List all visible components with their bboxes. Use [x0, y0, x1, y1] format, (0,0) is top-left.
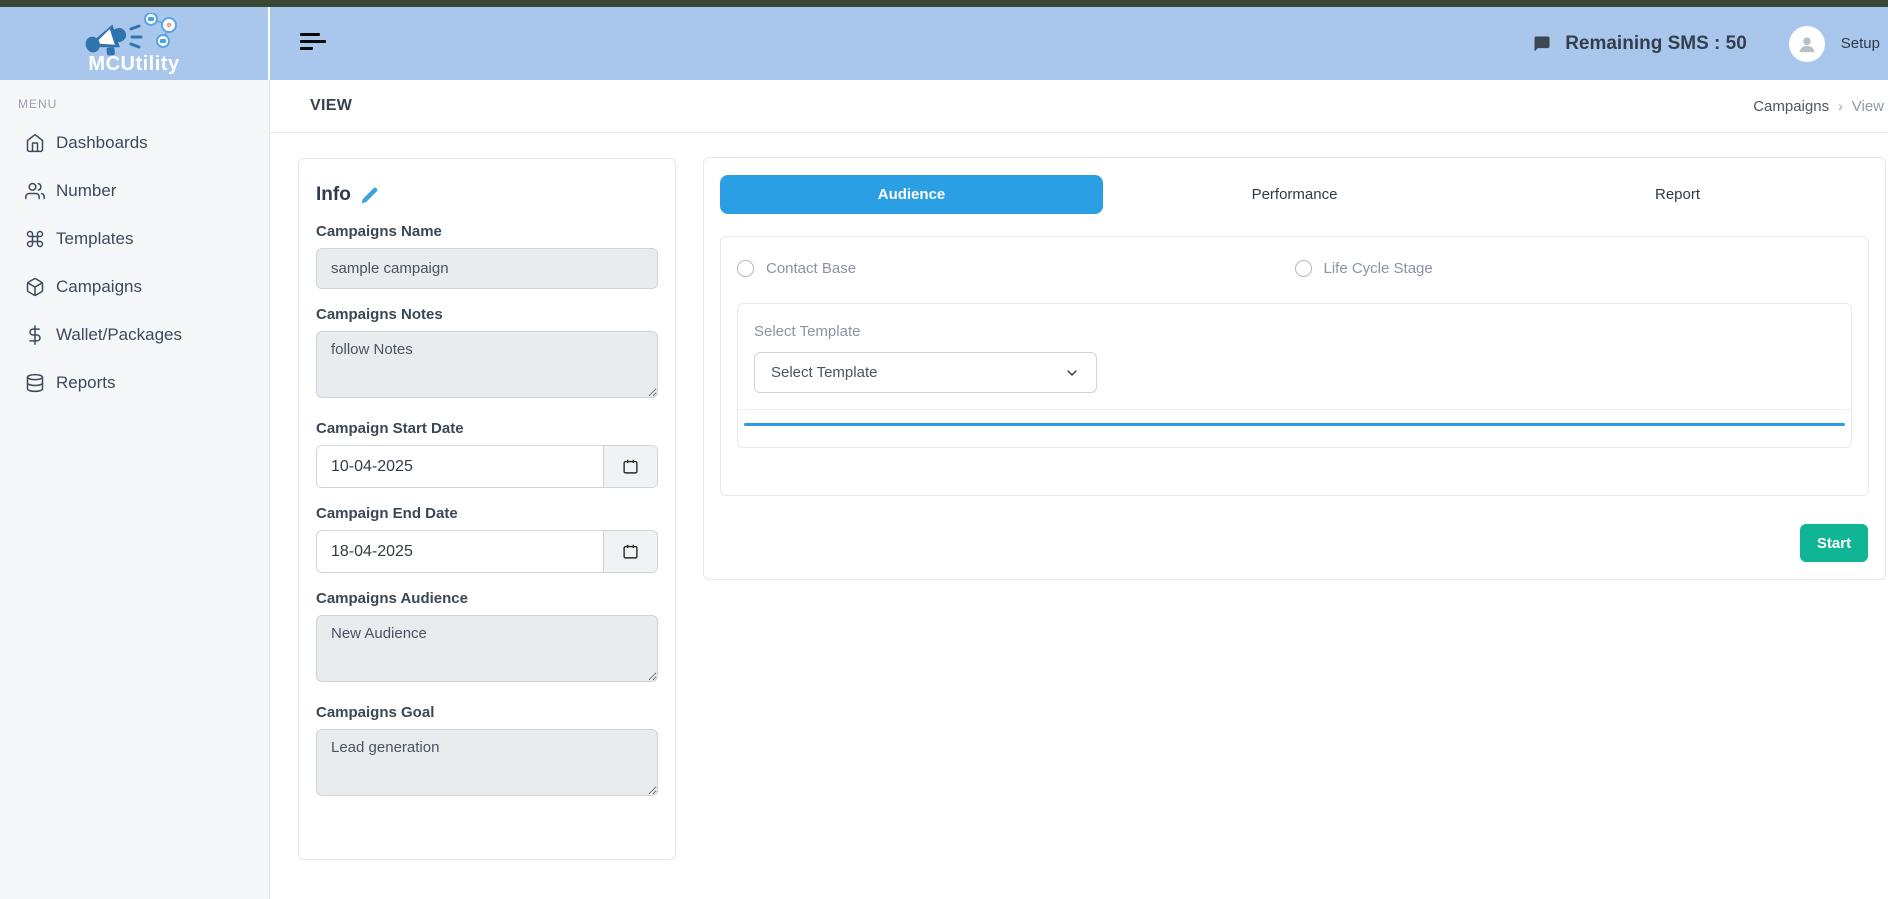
menu-section-label: MENU — [18, 97, 58, 111]
database-icon — [26, 373, 44, 393]
calendar-icon[interactable] — [603, 446, 657, 487]
campaign-info-card: Info Campaigns Name Campaigns Notes foll… — [298, 158, 676, 860]
sidebar-item-dashboards[interactable]: Dashboards — [0, 119, 269, 167]
contact-base-radio[interactable] — [737, 260, 754, 277]
end-date-value[interactable] — [317, 531, 603, 572]
campaign-end-date-input[interactable] — [316, 530, 658, 573]
sidebar-item-templates[interactable]: Templates — [0, 215, 269, 263]
edit-pencil-icon[interactable] — [360, 186, 379, 205]
home-icon — [26, 133, 44, 153]
sidebar-item-wallet-packages[interactable]: Wallet/Packages — [0, 311, 269, 359]
message-icon — [1534, 36, 1550, 51]
users-icon — [25, 182, 45, 200]
accent-progress-line — [744, 423, 1845, 426]
calendar-icon[interactable] — [603, 531, 657, 572]
campaigns-notes-label: Campaigns Notes — [316, 306, 443, 323]
template-select-box: Select Template Select Template — [737, 303, 1852, 448]
tab-performance[interactable]: Performance — [1103, 175, 1486, 214]
tab-bar: Audience Performance Report — [720, 175, 1869, 214]
campaign-detail-panel: Audience Performance Report Contact Base… — [703, 157, 1886, 580]
sidebar-item-label: Number — [56, 181, 117, 200]
start-date-value[interactable] — [317, 446, 603, 487]
info-card-title: Info — [316, 184, 351, 205]
campaigns-audience-textarea[interactable]: New Audience — [316, 615, 658, 682]
page-title-bar: VIEW Campaigns › View — [270, 80, 1888, 133]
sidebar-item-campaigns[interactable]: Campaigns — [0, 263, 269, 311]
breadcrumb-view: View — [1851, 97, 1884, 115]
page-title: VIEW — [310, 97, 353, 114]
brand-logo[interactable]: MCUtility — [0, 7, 270, 80]
brand-name: MCUtility — [88, 53, 180, 75]
sidebar-item-label: Templates — [56, 229, 134, 248]
campaign-end-date-label: Campaign End Date — [316, 505, 458, 522]
template-footer-divider — [738, 409, 1851, 426]
tab-report[interactable]: Report — [1486, 175, 1869, 214]
select-template-value: Select Template — [771, 364, 878, 381]
sidebar-item-label: Wallet/Packages — [56, 325, 182, 344]
campaigns-name-input[interactable] — [316, 248, 658, 289]
campaigns-audience-label: Campaigns Audience — [316, 590, 468, 607]
campaign-start-date-input[interactable] — [316, 445, 658, 488]
user-icon — [1799, 36, 1815, 52]
campaigns-goal-textarea[interactable]: Lead generation — [316, 729, 658, 796]
chevron-down-icon — [1067, 369, 1077, 376]
sidebar-item-number[interactable]: Number — [0, 167, 269, 215]
sidebar: MENU Dashboards Number Templates Campaig… — [0, 80, 270, 899]
life-cycle-stage-label: Life Cycle Stage — [1323, 260, 1433, 277]
sidebar-item-label: Campaigns — [56, 277, 142, 296]
campaigns-notes-textarea[interactable]: follow Notes — [316, 331, 658, 398]
command-icon — [26, 230, 44, 248]
dollar-icon — [29, 325, 41, 345]
avatar[interactable] — [1788, 25, 1825, 62]
breadcrumb: Campaigns › View — [1753, 98, 1884, 115]
sidebar-item-label: Reports — [56, 373, 116, 392]
campaign-start-date-label: Campaign Start Date — [316, 420, 464, 437]
remaining-sms-text: Remaining SMS : 50 — [1565, 32, 1747, 54]
audience-tab-content: Contact Base Life Cycle Stage Select Tem… — [720, 236, 1869, 496]
start-button[interactable]: Start — [1800, 524, 1868, 562]
sidebar-item-label: Dashboards — [56, 133, 148, 152]
campaigns-name-label: Campaigns Name — [316, 223, 442, 240]
select-template-label: Select Template — [754, 323, 861, 340]
package-icon — [26, 277, 44, 297]
setup-link[interactable]: Setup — [1841, 35, 1880, 52]
select-template-dropdown[interactable]: Select Template — [754, 352, 1097, 393]
remaining-sms-badge: Remaining SMS : 50 — [1532, 33, 1747, 55]
top-strip — [0, 0, 1888, 7]
contact-base-label: Contact Base — [766, 260, 857, 277]
app-header: MCUtility Remaining SMS : 50 Setup — [0, 7, 1888, 80]
campaigns-goal-label: Campaigns Goal — [316, 704, 435, 721]
breadcrumb-campaigns[interactable]: Campaigns — [1753, 98, 1829, 115]
chevron-right-icon: › — [1838, 98, 1843, 114]
sidebar-toggle-icon[interactable] — [300, 33, 328, 55]
sidebar-item-reports[interactable]: Reports — [0, 359, 269, 407]
tab-audience[interactable]: Audience — [720, 175, 1103, 214]
life-cycle-stage-radio[interactable] — [1294, 260, 1312, 277]
